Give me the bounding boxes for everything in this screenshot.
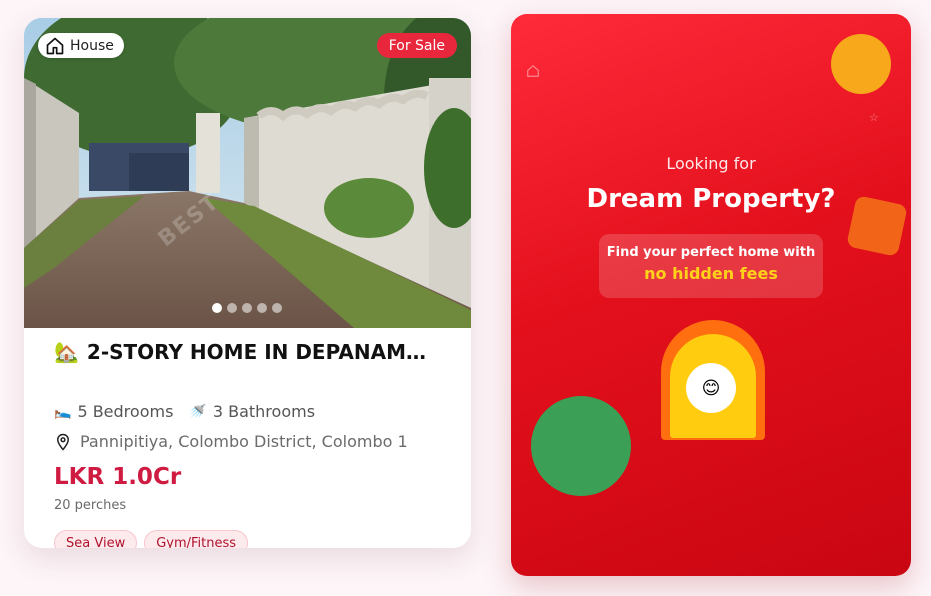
carousel-dot[interactable] [257,303,267,313]
bed-icon: 🛌 [54,403,72,420]
feature-tag: Sea View [54,530,138,548]
smiley-emoji: 😊 [701,377,721,399]
property-area: 20 perches [54,498,127,513]
property-price: LKR 1.0Cr [54,464,182,490]
bathrooms-label: 3 Bathrooms [212,402,316,421]
property-card[interactable]: BEST House For Sale 🏡 2-STORY HOME IN DE… [24,18,471,548]
location-text: Pannipitiya, Colombo District, Colombo 1 [80,432,408,451]
carousel-dot[interactable] [242,303,252,313]
property-photo-image [24,18,471,328]
carousel-dot[interactable] [227,303,237,313]
property-info: 🏡 2-STORY HOME IN DEPANAMA -... 🛌 5 Bedr… [54,340,454,548]
promo-subtitle: Find your perfect home with [606,245,816,260]
promo-highlight: no hidden fees [644,264,778,283]
feature-tag: Gym/Fitness [144,530,249,548]
house-emoji-icon: 🏡 [54,340,79,364]
property-title-text[interactable]: 2-STORY HOME IN DEPANAMA -... [87,340,434,364]
promo-banner[interactable]: ☆ Looking for Dream Property? Find your … [511,14,911,576]
promo-title: Dream Property? [586,184,836,214]
bedrooms-label: 5 Bedrooms [77,402,174,421]
decorative-circle [831,34,891,94]
star-icon: ☆ [869,111,879,124]
house-icon [46,37,64,54]
feature-tags: Sea View Gym/Fitness [54,530,249,548]
carousel-dot[interactable] [272,303,282,313]
property-location: Pannipitiya, Colombo District, Colombo 1 [54,432,408,451]
property-photo[interactable]: BEST House For Sale [24,18,471,328]
property-type-label: House [70,37,114,54]
smiley-face-icon: 😊 [686,363,736,413]
property-title[interactable]: 🏡 2-STORY HOME IN DEPANAMA -... [54,340,434,364]
map-pin-icon [56,433,70,451]
carousel-indicators[interactable] [212,303,282,313]
property-specs: 🛌 5 Bedrooms 🚿 3 Bathrooms [54,402,315,421]
home-outline-icon [527,64,539,77]
promo-message-box: Find your perfect home with no hidden fe… [599,234,823,298]
bathrooms-spec: 🚿 3 Bathrooms [189,402,315,421]
bedrooms-spec: 🛌 5 Bedrooms [54,402,173,421]
carousel-dot[interactable] [212,303,222,313]
shower-icon: 🚿 [189,403,207,420]
property-type-badge: House [38,33,124,58]
decorative-green-circle [531,396,631,496]
promo-pretitle: Looking for [666,154,756,173]
status-badge: For Sale [376,33,457,58]
